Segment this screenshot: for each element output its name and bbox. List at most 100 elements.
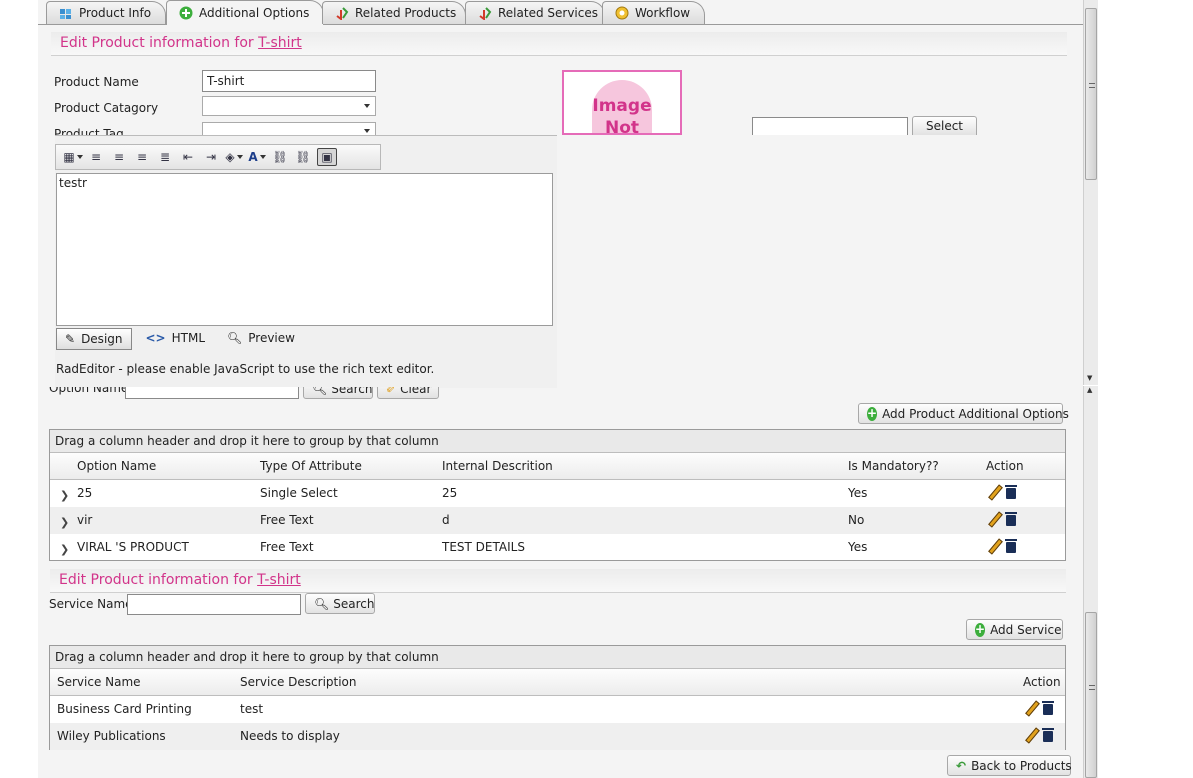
editor-scrollbar[interactable]: ▼	[1083, 0, 1098, 385]
indent-icon[interactable]: ⇥	[202, 149, 220, 165]
edit-icon[interactable]	[987, 512, 1001, 526]
product-category-select[interactable]	[202, 96, 376, 116]
table-icon[interactable]: ▦	[63, 149, 82, 165]
button-label: Add Product Additional Options	[882, 406, 1069, 421]
product-category-label: Product Catagory	[54, 101, 159, 115]
row-actions	[1024, 728, 1054, 742]
column-header-action: Action	[986, 459, 1024, 473]
remove-link-icon[interactable]: ⛓	[294, 149, 312, 165]
clear-label: Clear	[400, 387, 432, 396]
product-name-input[interactable]	[202, 70, 376, 92]
hyperlink-icon[interactable]: ⛓	[271, 149, 289, 165]
select-image-button[interactable]: Select	[912, 116, 977, 135]
service-name-label: Service Name	[49, 597, 133, 611]
outdent-icon[interactable]: ⇤	[179, 149, 197, 165]
code-brackets-icon: <>	[145, 331, 166, 345]
column-header-mandatory[interactable]: Is Mandatory??	[848, 453, 939, 479]
service-name-cell: Business Card Printing	[57, 702, 192, 716]
expand-row-icon[interactable]: ❯	[60, 516, 69, 529]
button-label: Back to Products	[971, 758, 1072, 773]
option-name-input[interactable]	[125, 387, 299, 399]
product-tag-select[interactable]	[202, 122, 376, 135]
scrollbar-thumb[interactable]	[1085, 612, 1097, 778]
mandatory-cell: No	[848, 513, 865, 527]
edit-icon[interactable]	[1024, 728, 1038, 742]
option-name-label: Option Name	[49, 387, 129, 395]
column-header-description[interactable]: Internal Descrition	[442, 453, 553, 479]
tab-related-products[interactable]: Related Products	[322, 1, 466, 24]
expand-row-icon[interactable]: ❯	[60, 489, 69, 502]
image-placeholder-text: Not	[604, 118, 640, 135]
service-search-button[interactable]: 🔍︎ Search	[305, 593, 375, 614]
services-section-heading: Edit Product information for T-shirt	[50, 569, 1066, 593]
add-service-button[interactable]: + Add Service	[966, 619, 1063, 640]
related-arrows-icon	[479, 7, 492, 20]
option-search-button[interactable]: 🔍︎ Search	[303, 387, 373, 399]
edit-icon[interactable]	[987, 539, 1001, 553]
product-section-heading: Edit Product information for T-shirt	[51, 32, 1067, 56]
editor-javascript-message: RadEditor - please enable JavaScript to …	[56, 362, 435, 376]
add-product-additional-options-button[interactable]: + Add Product Additional Options	[858, 403, 1069, 424]
table-row: Wiley Publications Needs to display	[50, 723, 1065, 750]
tab-label: Related Services	[498, 6, 598, 20]
back-arrow-icon: ↶	[956, 758, 967, 773]
column-header-service-name[interactable]: Service Name	[57, 669, 141, 695]
button-label: Add Service	[990, 622, 1062, 637]
option-clear-button[interactable]: ✐ Clear	[377, 387, 439, 399]
edit-icon[interactable]	[1024, 701, 1038, 715]
tab-additional-options[interactable]: Additional Options	[166, 0, 324, 25]
plus-circle-icon: +	[975, 621, 986, 637]
chevron-down-icon	[364, 129, 370, 133]
tab-label: Product Info	[79, 6, 152, 20]
column-header-service-description[interactable]: Service Description	[240, 669, 357, 695]
type-cell: Single Select	[260, 486, 338, 500]
product-link[interactable]: T-shirt	[257, 572, 301, 588]
workflow-gear-icon	[615, 6, 629, 20]
tab-product-info[interactable]: Product Info	[46, 1, 166, 24]
delete-icon[interactable]	[1005, 539, 1017, 553]
grid-header: Option Name Type Of Attribute Internal D…	[50, 453, 1065, 480]
back-to-products-button[interactable]: ↶ Back to Products	[947, 755, 1072, 776]
mode-label: HTML	[171, 331, 206, 345]
scrollbar-thumb[interactable]	[1085, 8, 1097, 180]
column-header-type[interactable]: Type Of Attribute	[260, 453, 362, 479]
justify-icon[interactable]: ≣	[156, 149, 174, 165]
image-path-input[interactable]	[752, 117, 908, 135]
mode-design[interactable]: ✎ Design	[56, 328, 132, 350]
align-left-icon[interactable]: ≡	[87, 149, 105, 165]
background-color-icon[interactable]: ◈	[225, 149, 243, 165]
toggle-border-icon[interactable]: ▣	[317, 148, 337, 166]
column-header-option-name[interactable]: Option Name	[77, 453, 156, 479]
product-link[interactable]: T-shirt	[258, 35, 302, 51]
align-right-icon[interactable]: ≡	[133, 149, 151, 165]
font-color-icon[interactable]: A	[248, 149, 266, 165]
mode-html[interactable]: <> HTML	[138, 328, 214, 348]
expand-row-icon[interactable]: ❯	[60, 543, 69, 556]
column-header-action: Action	[1023, 675, 1061, 689]
plus-circle-icon	[179, 6, 193, 20]
related-arrows-icon	[336, 7, 349, 20]
align-center-icon[interactable]: ≡	[110, 149, 128, 165]
service-name-cell: Wiley Publications	[57, 729, 166, 743]
tab-workflow[interactable]: Workflow	[602, 1, 705, 24]
heading-text: Edit Product information for	[59, 572, 253, 588]
scroll-down-arrow-icon[interactable]: ▼	[1087, 374, 1092, 382]
editor-content-area[interactable]: testr	[56, 173, 553, 326]
magnifier-icon: 🔍︎	[312, 387, 328, 396]
group-by-hint: Drag a column header and drop it here to…	[50, 646, 1065, 669]
grid-header: Service Name Service Description Action	[50, 669, 1065, 696]
scroll-up-arrow-icon[interactable]: ▲	[1087, 386, 1092, 394]
delete-icon[interactable]	[1005, 512, 1017, 526]
options-grid: Drag a column header and drop it here to…	[49, 429, 1066, 561]
page-scrollbar[interactable]: ▲	[1083, 386, 1098, 778]
type-cell: Free Text	[260, 540, 314, 554]
mode-preview[interactable]: 🔍︎ Preview	[219, 328, 303, 348]
tab-related-services[interactable]: Related Services	[465, 1, 605, 24]
services-grid: Drag a column header and drop it here to…	[49, 645, 1066, 750]
option-name-cell: VIRAL 'S PRODUCT	[77, 540, 189, 554]
delete-icon[interactable]	[1005, 485, 1017, 499]
edit-icon[interactable]	[987, 485, 1001, 499]
delete-icon[interactable]	[1042, 728, 1054, 742]
service-name-input[interactable]	[127, 594, 301, 615]
delete-icon[interactable]	[1042, 701, 1054, 715]
